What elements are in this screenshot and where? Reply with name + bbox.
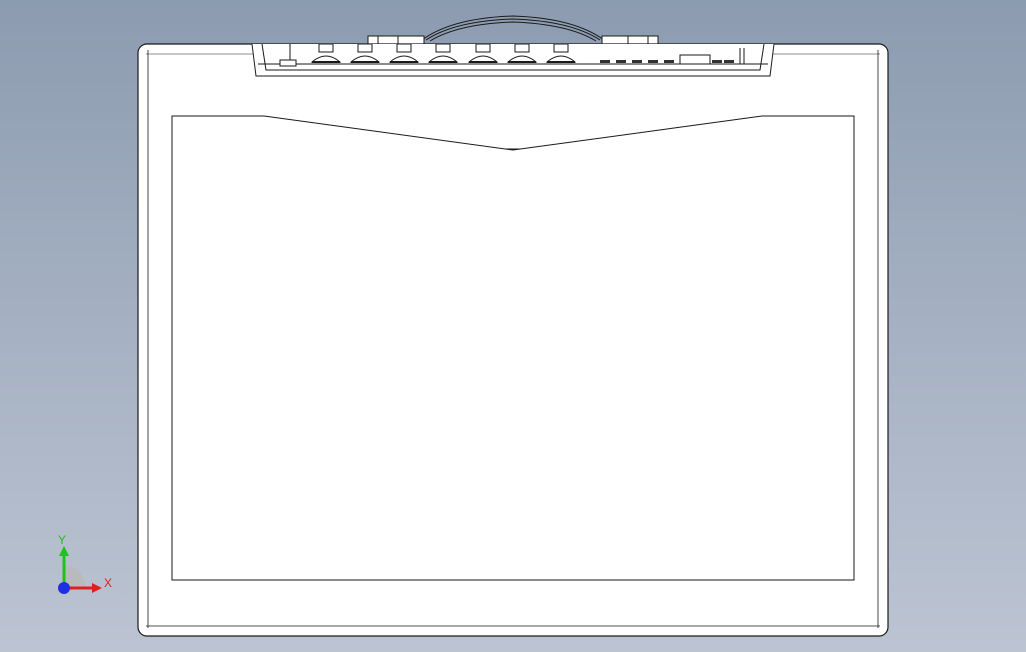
panel-switch[interactable] — [616, 60, 626, 63]
panel-switch[interactable] — [632, 60, 642, 63]
panel-switch[interactable] — [600, 60, 610, 63]
x-arrowhead — [92, 583, 102, 593]
speaker-grille[interactable] — [171, 115, 855, 581]
x-axis-label: X — [104, 576, 112, 590]
panel-switch[interactable] — [648, 60, 658, 63]
graphics-viewport[interactable]: Y X — [0, 0, 1026, 652]
amplifier-model[interactable] — [0, 0, 1026, 652]
z-axis-dot — [58, 582, 70, 594]
panel-switch[interactable] — [712, 60, 722, 63]
panel-switch[interactable] — [664, 60, 674, 63]
handle — [367, 15, 659, 45]
panel-switch[interactable] — [724, 60, 734, 63]
coordinate-triad: Y X — [58, 533, 112, 594]
y-arrowhead — [59, 546, 69, 556]
y-axis-label: Y — [58, 533, 66, 547]
